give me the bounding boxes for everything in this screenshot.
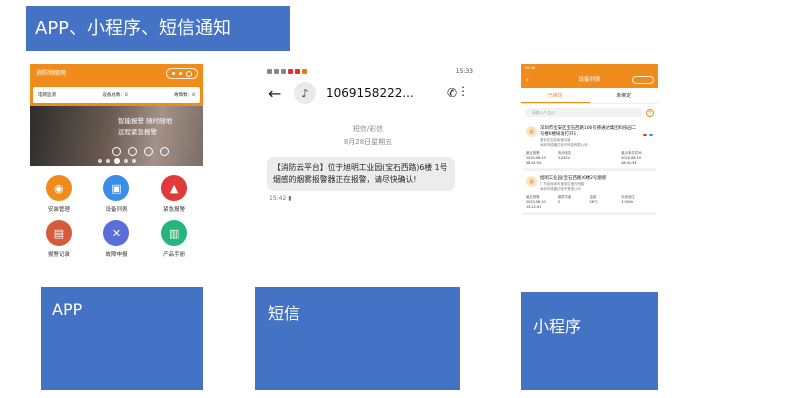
banner-icon	[160, 147, 169, 156]
notification-icon	[288, 68, 293, 74]
tools-icon: ✕	[103, 220, 130, 246]
card-title: 深圳市宝安区宝石西路106号德通达集团科技园二号楼6楼研发打开1	[540, 126, 637, 137]
add-icon[interactable]: +	[646, 108, 654, 117]
label-app: APP	[41, 287, 203, 390]
carousel-dots	[98, 158, 136, 164]
function-grid: ◉ 安装管理 ▣ 设备列表 ▲ 紧急报警 ▤ 报警记录 ✕ 故障申报 ▥ 产品手…	[30, 166, 203, 258]
grid-item-install[interactable]: ◉ 安装管理	[30, 175, 88, 213]
notification-icon	[302, 68, 307, 74]
mini-tabs: 已绑定 未绑定	[521, 88, 658, 104]
mini-title: 设备列表	[578, 77, 601, 83]
slide-title: APP、小程序、短信通知	[26, 6, 290, 51]
data-value: 2020-08-19 08:41:54	[621, 156, 641, 165]
alarm-icon: ▲	[161, 175, 188, 201]
tab-unbound[interactable]: 未绑定	[590, 88, 659, 103]
message-time: 15:42 ▮	[269, 195, 481, 202]
grid-label: 报警记录	[47, 252, 70, 258]
more-dot-icon	[172, 72, 175, 75]
more-dot-icon	[179, 72, 182, 75]
back-arrow-icon[interactable]: ←	[268, 84, 290, 103]
data-value: 3.004V	[621, 200, 634, 204]
signal-icon	[267, 68, 272, 74]
grid-label: 设备列表	[105, 207, 128, 213]
sim-icon: ▮	[288, 195, 292, 202]
device-icon: ▣	[103, 175, 130, 201]
data-value: 28°C	[589, 200, 598, 204]
capsule-menu[interactable]	[632, 76, 654, 84]
miniprogram-screenshot: 09:46 ‹ 设备列表 已绑定 未绑定 请输入产品ID + 烟 深圳市宝安区宝…	[521, 64, 658, 264]
banner-icon	[112, 147, 121, 156]
status-bar: 15:33	[255, 64, 481, 78]
sender-number[interactable]: 1069158222...	[326, 86, 414, 100]
banner[interactable]: 智能报警 随时随地 远程紧急报警	[30, 106, 203, 166]
data-value: 2020-08-19 08:41:54	[526, 156, 546, 165]
wifi-icon	[281, 68, 286, 74]
card-company: 深圳市德通达电子有限公司	[540, 187, 581, 191]
bell-avatar-icon: ♪	[294, 82, 316, 104]
message-time-text: 15:42	[269, 195, 287, 202]
grid-item-emergency[interactable]: ▲ 紧急报警	[145, 175, 203, 213]
mini-status-bar: 09:46	[521, 64, 658, 72]
carousel-dot[interactable]	[98, 159, 102, 163]
manual-icon: ▥	[161, 220, 188, 246]
grid-item-devices[interactable]: ▣ 设备列表	[88, 175, 146, 213]
device-card[interactable]: 烟 深圳市宝安区宝石西路106号德通达集团科技园二号楼6楼研发打开1 宝安区石岩…	[523, 123, 656, 171]
search-row: 请输入产品ID +	[521, 104, 658, 121]
stat-device-total[interactable]: 设备总数：0	[102, 92, 127, 98]
stats-bar: 电网监测 设备总数：0 故障数：0	[30, 83, 203, 106]
message-bubble[interactable]: 【消防云平台】位于旭明工业园(宝石西路)6楼 1号烟感的烟雾报警器正在报警，请尽…	[267, 157, 455, 191]
banner-line2: 远程紧急报警	[118, 128, 157, 136]
carousel-dot[interactable]	[124, 159, 128, 163]
signal-icons	[267, 68, 307, 74]
status-badge	[643, 134, 647, 136]
capsule-menu[interactable]	[166, 68, 198, 79]
grid-item-fault-report[interactable]: ✕ 故障申报	[88, 220, 146, 258]
record-icon: ▤	[45, 220, 72, 246]
device-card[interactable]: 烟 旭明工业园(宝石西路)6楼2号烟感 广东省深圳市宝安区宝石西路 深圳市德通达…	[523, 173, 656, 215]
grid-item-records[interactable]: ▤ 报警记录	[30, 220, 88, 258]
back-chevron-icon[interactable]: ‹	[526, 72, 529, 88]
grid-label: 紧急报警	[163, 207, 186, 213]
label-sms: 短信	[255, 287, 460, 390]
app-header: 消防物联网	[30, 64, 203, 83]
data-value: 3.032V	[557, 156, 570, 160]
stat-fault-count[interactable]: 故障数：0	[174, 92, 195, 98]
card-company: 深圳市德通达电子科技有限公司	[540, 143, 588, 147]
carousel-dot[interactable]	[132, 159, 136, 163]
mini-header: ‹ 设备列表	[521, 72, 658, 88]
message-type-label: 短信/彩信	[352, 125, 384, 133]
more-vert-icon[interactable]: ⋮	[457, 84, 469, 98]
sms-screenshot: 15:33 ← ♪ 1069158222... ✆ ⋮ 短信/彩信 8月28日星…	[255, 64, 481, 260]
map-pin-icon: ◉	[45, 175, 72, 201]
notification-icon	[295, 68, 300, 74]
status-time: 15:33	[455, 67, 473, 75]
app-screenshot: 消防物联网 电网监测 设备总数：0 故障数：0 智能报警 随时随地 远程紧急报警	[30, 64, 203, 272]
banner-line1: 智能报警 随时随地	[118, 117, 173, 125]
phone-icon[interactable]: ✆	[447, 86, 457, 100]
data-value: 2020-06-10 14:22:41	[526, 200, 546, 209]
signal-icon	[274, 68, 279, 74]
grid-label: 产品手册	[163, 252, 186, 258]
banner-icon	[144, 147, 153, 156]
smoke-detector-icon: 烟	[526, 176, 537, 187]
app-header-title: 消防物联网	[36, 70, 67, 77]
carousel-dot-active[interactable]	[114, 158, 120, 164]
search-input[interactable]: 请输入产品ID	[525, 108, 643, 117]
stat-grid-monitor[interactable]: 电网监测	[38, 92, 56, 98]
carousel-dot[interactable]	[106, 159, 110, 163]
grid-label: 故障申报	[105, 252, 128, 258]
label-miniprogram: 小程序	[521, 292, 658, 390]
smoke-detector-icon: 烟	[526, 126, 537, 137]
message-date: 8月28日星期五	[343, 138, 393, 146]
grid-item-manual[interactable]: ▥ 产品手册	[145, 220, 203, 258]
close-circle-icon	[186, 70, 192, 77]
banner-icon	[128, 147, 137, 156]
sms-header: ← ♪ 1069158222... ✆ ⋮	[255, 78, 481, 108]
status-badge	[649, 134, 653, 136]
tab-bound[interactable]: 已绑定	[521, 88, 590, 103]
data-value: 0	[557, 200, 560, 204]
grid-label: 安装管理	[47, 207, 70, 213]
slide: APP、小程序、短信通知 消防物联网 电网监测 设备总数：0 故障数：0 智能报…	[0, 0, 800, 398]
